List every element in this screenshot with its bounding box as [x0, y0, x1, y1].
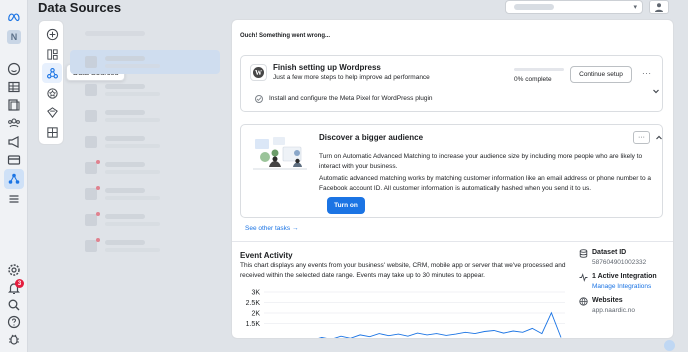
- audience-illustration: [253, 137, 307, 170]
- meta-logo-icon[interactable]: [7, 10, 21, 24]
- list-item[interactable]: [70, 130, 220, 154]
- main-panel: Ouch! Something went wrong... W Finish s…: [231, 19, 674, 339]
- activity-icon: [579, 273, 588, 282]
- event-series-line: [318, 311, 562, 338]
- data-sources-tool-icon[interactable]: [42, 63, 62, 83]
- account-selector-value: [514, 4, 554, 10]
- more-options-icon[interactable]: ···: [642, 69, 652, 78]
- source-list: [70, 22, 220, 352]
- database-icon: [579, 249, 588, 258]
- audience-title: Discover a bigger audience: [319, 133, 424, 142]
- profile-avatar[interactable]: [649, 0, 669, 14]
- account-avatar[interactable]: N: [7, 30, 21, 44]
- list-item[interactable]: [70, 50, 220, 74]
- event-activity-description: This chart displays any events from your…: [240, 262, 566, 279]
- settings-icon[interactable]: [7, 263, 21, 277]
- audience-description: Turn on Automatic Advanced Matching to i…: [319, 153, 643, 170]
- y-tick-label: 3K: [251, 290, 260, 297]
- data-sources-icon[interactable]: [4, 169, 24, 189]
- brand-safety-icon[interactable]: [45, 105, 59, 119]
- y-tick-label: 2K: [251, 311, 260, 318]
- search-icon[interactable]: [7, 298, 21, 312]
- setup-progress-label: 0% complete: [514, 76, 552, 83]
- list-item[interactable]: [70, 78, 220, 102]
- more-options-button[interactable]: ···: [633, 131, 650, 144]
- list-item[interactable]: [70, 104, 220, 128]
- smile-icon[interactable]: [7, 62, 21, 76]
- chevron-up-icon[interactable]: [655, 134, 663, 142]
- bug-report-icon[interactable]: [7, 332, 21, 346]
- badge-icon[interactable]: [45, 86, 59, 100]
- setup-subtitle: Just a few more steps to help improve ad…: [273, 74, 430, 81]
- account-selector[interactable]: ▾: [505, 0, 643, 14]
- setup-progress-bar: [514, 68, 564, 71]
- help-icon[interactable]: [7, 315, 21, 329]
- person-icon: [655, 3, 663, 12]
- websites-value: app.naardic.no: [592, 307, 636, 314]
- audience-details: Automatic advanced matching works by mat…: [319, 175, 652, 192]
- list-item[interactable]: [70, 182, 220, 206]
- event-activity-title: Event Activity: [240, 251, 293, 260]
- continue-setup-button[interactable]: Continue setup: [570, 66, 632, 83]
- add-icon[interactable]: [45, 27, 59, 41]
- assistant-icon[interactable]: [664, 340, 675, 351]
- catalog-icon[interactable]: [45, 125, 59, 139]
- globe-icon: [579, 297, 588, 306]
- list-item[interactable]: [70, 156, 220, 180]
- menu-icon[interactable]: [7, 192, 21, 206]
- list-item[interactable]: [70, 234, 220, 258]
- error-message: Ouch! Something went wrong...: [240, 33, 330, 39]
- audience-card: Discover a bigger audience Turn on Autom…: [240, 124, 663, 218]
- setup-step-label: Install and configure the Meta Pixel for…: [269, 95, 433, 102]
- chevron-down-icon[interactable]: [652, 87, 660, 95]
- y-tick-label: 2.5K: [246, 300, 261, 307]
- pages-icon[interactable]: [7, 98, 21, 112]
- wordpress-logo-icon: W: [250, 64, 267, 81]
- layout-icon[interactable]: [45, 47, 59, 61]
- event-activity-chart: 3K 2.5K 2K 1.5K: [246, 290, 565, 338]
- left-rail: N 3: [0, 0, 28, 352]
- divider: [232, 241, 673, 242]
- step-check-icon: [255, 95, 263, 103]
- active-integration-label: 1 Active Integration: [592, 273, 657, 280]
- table-icon[interactable]: [7, 80, 21, 94]
- dataset-id-label: Dataset ID: [592, 249, 627, 256]
- manage-integrations-link[interactable]: Manage Integrations: [592, 283, 651, 290]
- megaphone-icon[interactable]: [7, 135, 21, 149]
- turn-on-button[interactable]: Turn on: [327, 197, 365, 214]
- dataset-id-value: 587604901002332: [592, 259, 647, 266]
- setup-card: W Finish setting up Wordpress Just a few…: [240, 55, 663, 112]
- tool-panel: [38, 20, 64, 145]
- search-field[interactable]: [70, 25, 220, 49]
- audience-icon[interactable]: [7, 116, 21, 130]
- chevron-down-icon: ▾: [633, 4, 637, 11]
- websites-label: Websites: [592, 297, 623, 304]
- y-tick-label: 1.5K: [246, 321, 261, 328]
- page-title: Data Sources: [38, 0, 122, 15]
- see-other-tasks-link[interactable]: See other tasks →: [245, 225, 298, 232]
- billing-icon[interactable]: [7, 153, 21, 167]
- list-item[interactable]: [70, 208, 220, 232]
- setup-title: Finish setting up Wordpress: [273, 63, 381, 72]
- notification-badge: 3: [15, 279, 24, 288]
